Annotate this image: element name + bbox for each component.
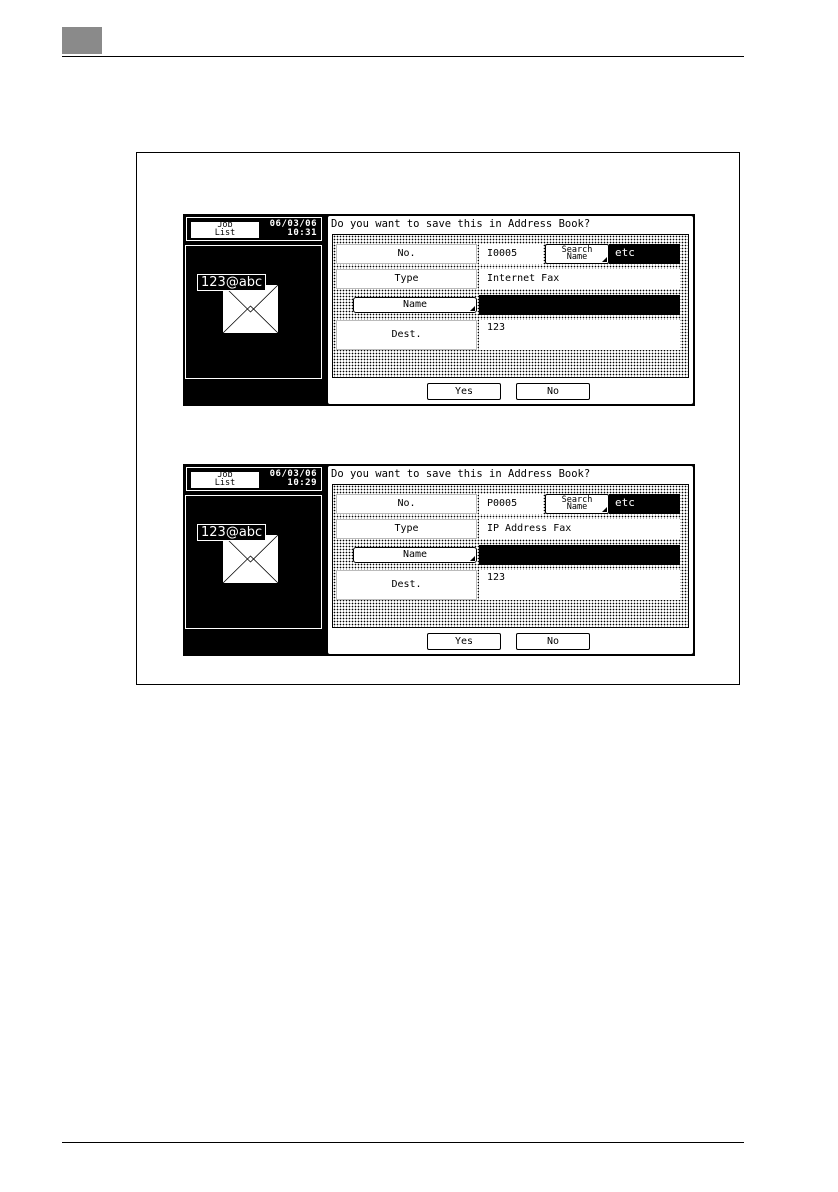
envelope-icon bbox=[222, 534, 279, 584]
dialog-question: Do you want to save this in Address Book… bbox=[331, 468, 591, 480]
type-value: IP Address Fax bbox=[479, 519, 680, 539]
dest-value: 123 bbox=[479, 320, 680, 350]
type-value: Internet Fax bbox=[479, 269, 680, 289]
save-address-dialog: Do you want to save this in Address Book… bbox=[326, 214, 695, 406]
corner-mark bbox=[470, 556, 475, 561]
time-text: 10:29 bbox=[287, 478, 317, 488]
datetime: 06/03/06 10:29 bbox=[270, 470, 317, 488]
form-area: No. I0005 Search Name etc Type Internet … bbox=[332, 234, 689, 378]
yes-button[interactable]: Yes bbox=[427, 383, 501, 400]
search-name-button[interactable]: Search Name bbox=[545, 494, 609, 514]
search-name-label: Name bbox=[566, 252, 588, 262]
dest-label: Dest. bbox=[336, 320, 477, 350]
save-address-dialog: Do you want to save this in Address Book… bbox=[326, 464, 695, 656]
job-list-label-line2: List bbox=[214, 227, 236, 238]
dest-label: Dest. bbox=[336, 570, 477, 600]
corner-mark bbox=[602, 257, 607, 262]
status-bar: Job List 06/03/06 10:29 bbox=[186, 467, 322, 491]
name-button[interactable]: Name bbox=[353, 297, 477, 313]
name-value[interactable] bbox=[479, 545, 680, 565]
type-label: Type bbox=[336, 519, 477, 539]
address-label: 123@abc bbox=[197, 274, 267, 291]
etc-value: etc bbox=[609, 494, 680, 514]
left-panel: Job List 06/03/06 10:29 123@abc bbox=[183, 464, 325, 656]
no-label: No. bbox=[336, 244, 477, 264]
search-name-label: Name bbox=[566, 502, 588, 512]
no-value: I0005 bbox=[479, 244, 543, 264]
search-name-button[interactable]: Search Name bbox=[545, 244, 609, 264]
etc-value: etc bbox=[609, 244, 680, 264]
name-button-label: Name bbox=[402, 549, 428, 560]
job-list-button[interactable]: Job List bbox=[190, 471, 260, 489]
no-button[interactable]: No bbox=[516, 383, 590, 400]
no-label: No. bbox=[336, 494, 477, 514]
header-rule bbox=[62, 56, 744, 57]
corner-mark bbox=[470, 306, 475, 311]
status-bar: Job List 06/03/06 10:31 bbox=[186, 217, 322, 241]
address-label: 123@abc bbox=[197, 524, 267, 541]
dialog-question: Do you want to save this in Address Book… bbox=[331, 218, 591, 230]
form-area: No. P0005 Search Name etc Type IP Addres… bbox=[332, 484, 689, 628]
datetime: 06/03/06 10:31 bbox=[270, 220, 317, 238]
screen-internet-fax: Job List 06/03/06 10:31 123@abc Do you w… bbox=[183, 214, 695, 406]
corner-mark bbox=[602, 507, 607, 512]
name-value[interactable] bbox=[479, 295, 680, 315]
destination-preview: 123@abc bbox=[185, 495, 322, 629]
left-panel: Job List 06/03/06 10:31 123@abc bbox=[183, 214, 325, 406]
no-value: P0005 bbox=[479, 494, 543, 514]
chapter-tab bbox=[62, 27, 102, 54]
name-button-label: Name bbox=[402, 299, 428, 310]
no-button[interactable]: No bbox=[516, 633, 590, 650]
dest-value: 123 bbox=[479, 570, 680, 600]
yes-button[interactable]: Yes bbox=[427, 633, 501, 650]
envelope-icon bbox=[222, 284, 279, 334]
name-button[interactable]: Name bbox=[353, 547, 477, 563]
time-text: 10:31 bbox=[287, 228, 317, 238]
destination-preview: 123@abc bbox=[185, 245, 322, 379]
screen-ip-address-fax: Job List 06/03/06 10:29 123@abc Do you w… bbox=[183, 464, 695, 656]
job-list-button[interactable]: Job List bbox=[190, 221, 260, 239]
footer-rule bbox=[62, 1142, 744, 1143]
job-list-label-line2: List bbox=[214, 477, 236, 488]
type-label: Type bbox=[336, 269, 477, 289]
